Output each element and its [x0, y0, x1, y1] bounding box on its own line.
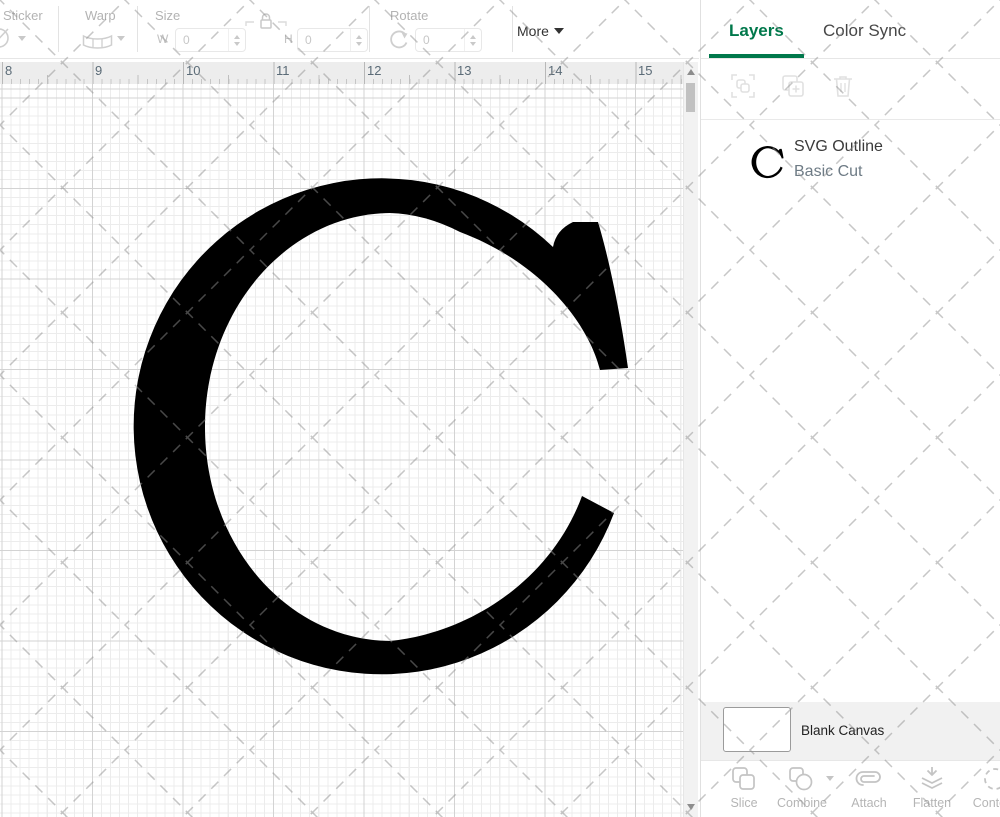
sticker-section-label: Sticker	[3, 8, 43, 23]
combine-dropdown-caret[interactable]	[826, 776, 834, 781]
size-section-label: Size	[155, 8, 180, 23]
layer-title: SVG Outline	[794, 138, 883, 156]
sticker-dropdown-caret[interactable]	[18, 36, 26, 41]
width-stepper[interactable]	[228, 29, 245, 51]
height-value[interactable]: 0	[298, 33, 350, 47]
duplicate-icon[interactable]	[781, 74, 805, 98]
rotate-icon[interactable]	[388, 29, 410, 50]
ruler-number: 13	[457, 63, 471, 78]
canvas-vertical-scrollbar[interactable]	[683, 62, 698, 817]
blank-canvas-swatch[interactable]	[723, 707, 791, 752]
height-stepper[interactable]	[350, 29, 367, 51]
sticker-icon[interactable]	[0, 27, 15, 49]
combine-button[interactable]: Combine	[774, 764, 830, 810]
panel-tabs: Layers Color Sync	[701, 0, 1000, 59]
panel-divider	[701, 119, 1000, 120]
toolbar-divider	[512, 6, 513, 52]
width-label: W	[157, 32, 168, 46]
more-button[interactable]: More	[517, 23, 564, 39]
warp-section-label: Warp	[85, 8, 116, 23]
tab-color-sync[interactable]: Color Sync	[823, 21, 906, 41]
layer-subtitle: Basic Cut	[794, 163, 862, 181]
layers-panel: Layers Color Sync	[700, 0, 1000, 817]
scroll-down-arrow-icon[interactable]	[687, 804, 695, 810]
ruler-number: 9	[95, 63, 102, 78]
layer-thumbnail-c	[751, 142, 784, 182]
more-caret-icon	[554, 28, 564, 34]
width-input[interactable]: 0	[175, 28, 246, 52]
scroll-up-arrow-icon[interactable]	[687, 69, 695, 75]
layer-row[interactable]: SVG Outline Basic Cut	[701, 133, 1000, 191]
flatten-icon	[919, 766, 945, 792]
ruler-number: 10	[186, 63, 200, 78]
slice-button[interactable]: Slice	[716, 764, 772, 810]
horizontal-ruler: 8 9 10 11 12 13 14 15	[0, 62, 683, 85]
toolbar-divider	[137, 6, 138, 52]
tab-layers[interactable]: Layers	[729, 21, 784, 41]
ruler-number: 11	[276, 63, 290, 78]
toolbar-divider	[58, 6, 59, 52]
rotate-stepper[interactable]	[464, 29, 481, 51]
top-toolbar: Sticker Warp Size W 0 H 0	[0, 0, 699, 59]
contour-icon	[982, 766, 1000, 792]
scrollbar-thumb[interactable]	[686, 83, 695, 112]
lock-constrain-icon[interactable]	[245, 12, 287, 32]
layer-actions-row	[701, 70, 1000, 112]
blank-canvas-row[interactable]: Blank Canvas	[701, 702, 1000, 760]
height-input[interactable]: 0	[297, 28, 368, 52]
slice-icon	[731, 766, 757, 792]
select-all-icon[interactable]	[731, 74, 755, 98]
rotate-input[interactable]: 0	[415, 28, 482, 52]
combine-icon	[788, 766, 816, 792]
attach-icon	[853, 767, 885, 791]
active-tab-indicator	[709, 54, 804, 58]
ruler-number: 14	[548, 63, 562, 78]
width-value[interactable]: 0	[176, 33, 228, 47]
blank-canvas-label: Blank Canvas	[801, 723, 884, 738]
more-label: More	[517, 23, 549, 39]
design-canvas[interactable]	[0, 84, 683, 817]
flatten-button[interactable]: Flatten	[904, 764, 960, 810]
attach-button[interactable]: Attach	[841, 764, 897, 810]
toolbar-divider	[369, 6, 370, 52]
warp-dropdown-caret[interactable]	[117, 36, 125, 41]
contour-button[interactable]: Contour	[967, 764, 1000, 810]
warp-icon[interactable]	[82, 31, 113, 50]
design-app-window: Sticker Warp Size W 0 H 0	[0, 0, 1000, 817]
height-label: H	[284, 32, 293, 46]
letter-c-shape[interactable]	[0, 84, 683, 817]
rotate-value[interactable]: 0	[416, 33, 464, 47]
delete-icon[interactable]	[831, 74, 855, 98]
ruler-number: 12	[367, 63, 381, 78]
rotate-section-label: Rotate	[390, 8, 428, 23]
ruler-number: 15	[638, 63, 652, 78]
layer-tools-bar: Slice Combine Attach Flat	[701, 760, 1000, 817]
ruler-number: 8	[5, 63, 12, 78]
